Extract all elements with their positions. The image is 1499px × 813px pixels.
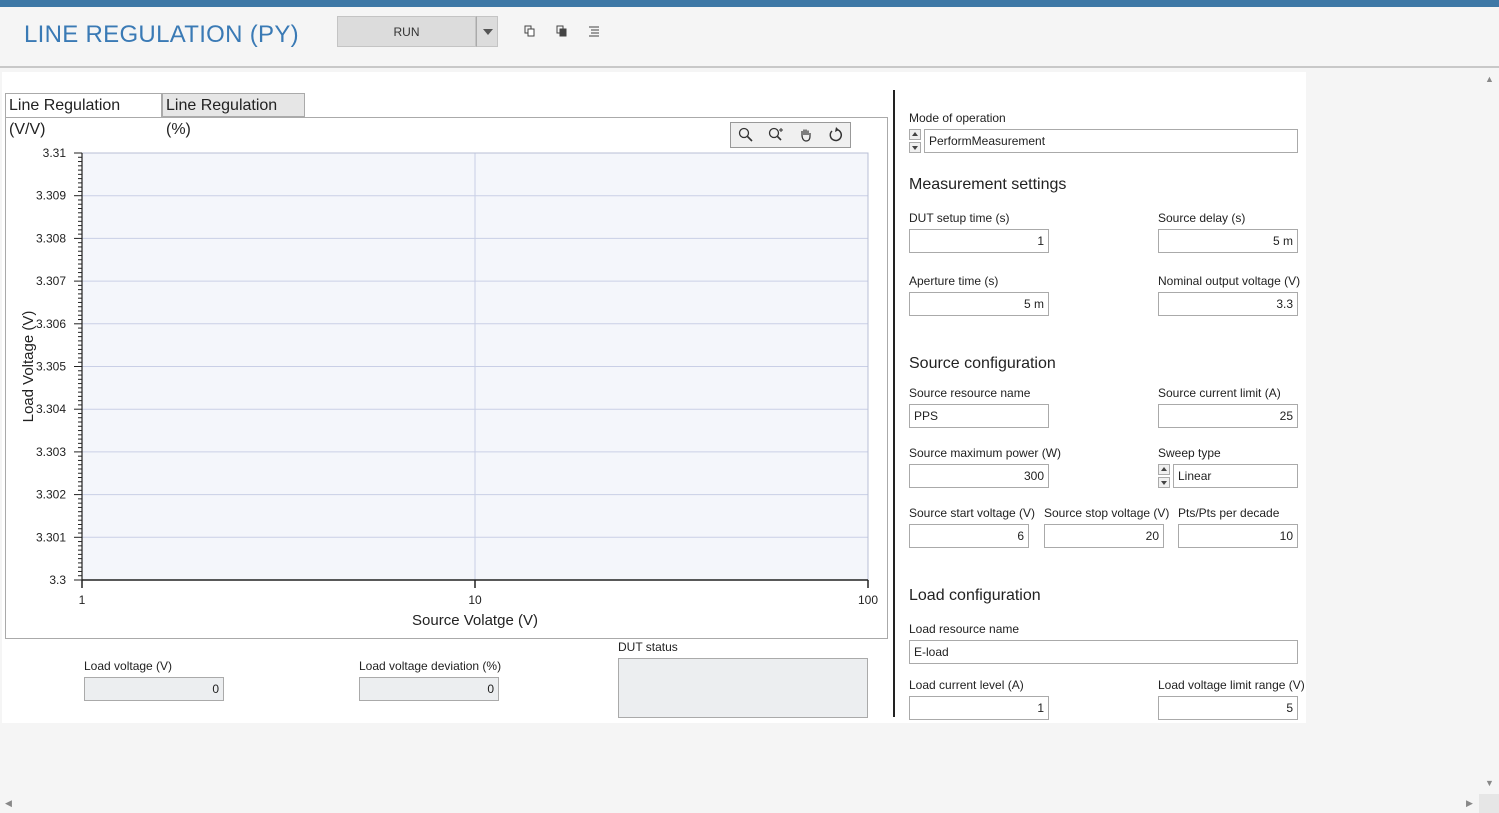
x-tick-label: 10 xyxy=(468,593,482,607)
mode-spinner[interactable] xyxy=(909,129,921,153)
pts-per-decade-label: Pts/Pts per decade xyxy=(1178,506,1280,520)
pan-hand-icon[interactable] xyxy=(797,127,815,143)
y-tick-label: 3.306 xyxy=(36,317,66,331)
scroll-left-icon[interactable]: ◀ xyxy=(5,798,12,809)
top-accent-bar xyxy=(0,0,1499,7)
reset-icon[interactable] xyxy=(827,127,845,143)
y-tick-label: 3.3 xyxy=(49,573,66,587)
dut-status-label: DUT status xyxy=(618,640,678,654)
tab-line-regulation-vv[interactable]: Line Regulation (V/V) xyxy=(5,93,162,138)
source-configuration-heading: Source configuration xyxy=(909,355,1056,372)
load-voltage-limit-field[interactable]: 5 xyxy=(1158,696,1298,720)
source-stop-voltage-label: Source stop voltage (V) xyxy=(1044,506,1170,520)
y-tick-label: 3.305 xyxy=(36,360,66,374)
y-tick-label: 3.302 xyxy=(36,488,66,502)
source-stop-voltage-field[interactable]: 20 xyxy=(1044,524,1164,548)
source-resource-name-label: Source resource name xyxy=(909,386,1031,400)
dut-status-indicator xyxy=(618,658,868,718)
y-tick-label: 3.308 xyxy=(36,231,66,245)
nominal-output-voltage-label: Nominal output voltage (V) xyxy=(1158,274,1301,288)
dut-setup-time-label: DUT setup time (s) xyxy=(909,211,1010,225)
spin-up-icon[interactable] xyxy=(909,129,921,140)
line-regulation-chart: 3.3 3.301 3.302 3.303 3.304 3.305 3.306 3.307 3.… xyxy=(20,146,878,629)
scrollbar-corner xyxy=(1479,794,1499,813)
mode-of-operation-label: Mode of operation xyxy=(909,111,1006,125)
source-current-limit-field[interactable]: 25 xyxy=(1158,404,1298,428)
page-title: LINE REGULATION (PY) xyxy=(24,21,299,48)
run-button[interactable]: RUN xyxy=(337,16,476,47)
y-tick-label: 3.31 xyxy=(43,146,67,160)
spin-down-icon[interactable] xyxy=(1158,477,1170,488)
source-resource-name-field[interactable]: PPS xyxy=(909,404,1049,428)
source-maximum-power-label: Source maximum power (W) xyxy=(909,446,1062,460)
plot-toolbar xyxy=(730,122,851,148)
load-resource-name-label: Load resource name xyxy=(909,622,1020,636)
spin-down-icon[interactable] xyxy=(909,142,921,153)
copy-icon[interactable] xyxy=(524,25,536,37)
y-tick-label: 3.309 xyxy=(36,189,66,203)
mode-of-operation-field[interactable]: PerformMeasurement xyxy=(924,129,1298,153)
sweep-type-field[interactable]: Linear xyxy=(1173,464,1298,488)
aperture-time-label: Aperture time (s) xyxy=(909,274,999,288)
load-current-level-label: Load current level (A) xyxy=(909,678,1024,692)
source-start-voltage-field[interactable]: 6 xyxy=(909,524,1029,548)
scroll-up-icon[interactable]: ▲ xyxy=(1485,74,1494,84)
scroll-down-icon[interactable]: ▼ xyxy=(1485,778,1494,788)
paste-icon[interactable] xyxy=(556,25,568,37)
x-tick-label: 1 xyxy=(79,593,86,607)
y-tick-label: 3.303 xyxy=(36,445,66,459)
load-voltage-limit-label: Load voltage limit range (V) xyxy=(1158,678,1305,692)
header-divider xyxy=(0,66,1499,68)
load-voltage-deviation-field: 0 xyxy=(359,677,499,701)
sweep-type-spinner[interactable] xyxy=(1158,464,1170,488)
panel-divider xyxy=(893,90,895,717)
source-start-voltage-label: Source start voltage (V) xyxy=(909,506,1036,520)
nominal-output-voltage-field[interactable]: 3.3 xyxy=(1158,292,1298,316)
source-delay-label: Source delay (s) xyxy=(1158,211,1246,225)
load-resource-name-field[interactable]: E-load xyxy=(909,640,1298,664)
y-axis-label: Load Voltage (V) xyxy=(20,311,37,423)
list-icon[interactable] xyxy=(588,25,600,37)
source-maximum-power-field[interactable]: 300 xyxy=(909,464,1049,488)
source-delay-field[interactable]: 5 m xyxy=(1158,229,1298,253)
x-axis-label: Source Volatge (V) xyxy=(412,612,538,629)
pts-per-decade-field[interactable]: 10 xyxy=(1178,524,1298,548)
zoom-icon[interactable] xyxy=(737,127,755,143)
dut-setup-time-field[interactable]: 1 xyxy=(909,229,1049,253)
spin-up-icon[interactable] xyxy=(1158,464,1170,475)
zoom-select-icon[interactable] xyxy=(767,127,785,143)
sweep-type-label: Sweep type xyxy=(1158,446,1221,460)
load-voltage-deviation-label: Load voltage deviation (%) xyxy=(359,659,502,673)
load-voltage-label: Load voltage (V) xyxy=(84,659,173,673)
aperture-time-field[interactable]: 5 m xyxy=(909,292,1049,316)
scroll-right-icon[interactable]: ▶ xyxy=(1466,798,1473,809)
horizontal-scrollbar[interactable]: ◀ ▶ xyxy=(0,794,1479,813)
measurement-settings-heading: Measurement settings xyxy=(909,176,1067,193)
y-tick-label: 3.307 xyxy=(36,274,66,288)
y-tick-label: 3.304 xyxy=(36,402,66,416)
x-tick-label: 100 xyxy=(858,593,878,607)
run-dropdown-button[interactable] xyxy=(476,16,498,47)
y-tick-label: 3.301 xyxy=(36,530,66,544)
load-voltage-field: 0 xyxy=(84,677,224,701)
load-current-level-field[interactable]: 1 xyxy=(909,696,1049,720)
vertical-scrollbar[interactable]: ▲ ▼ xyxy=(1479,72,1499,792)
tab-line-regulation-percent[interactable]: Line Regulation (%) xyxy=(162,93,305,138)
source-current-limit-label: Source current limit (A) xyxy=(1158,386,1281,400)
load-configuration-heading: Load configuration xyxy=(909,587,1041,604)
